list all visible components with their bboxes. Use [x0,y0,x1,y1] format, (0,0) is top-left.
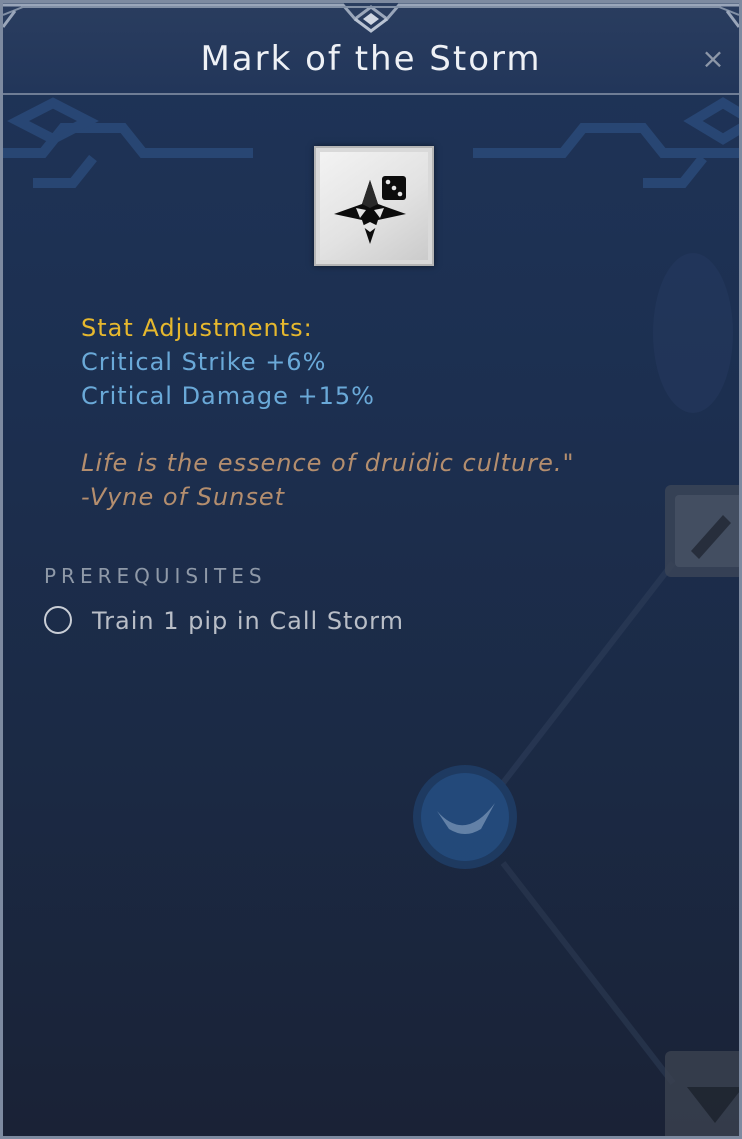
stat-line-critical-damage: Critical Damage +15% [81,382,375,410]
prerequisite-text: Train 1 pip in Call Storm [92,607,404,635]
flavor-quote: Life is the essence of druidic culture."… [81,446,721,514]
tooltip-header: Mark of the Storm × [3,3,739,95]
stat-line-critical-strike: Critical Strike +6% [81,348,327,376]
skill-star-dice-icon [334,176,406,244]
tooltip-title: Mark of the Storm [200,39,542,79]
skill-icon-tile [314,146,434,266]
skill-tooltip-panel: Mark of the Storm × Stat Adjustments: Cr… [0,0,742,1139]
prerequisites-heading: PREREQUISITES [44,564,267,588]
prerequisite-status-circle-icon [44,606,72,634]
quote-author: -Vyne of Sunset [81,483,286,511]
prerequisite-item: Train 1 pip in Call Storm [44,604,684,638]
stat-adjustments-heading: Stat Adjustments: [81,314,313,342]
stat-adjustments-block: Stat Adjustments: Critical Strike +6% Cr… [81,311,701,413]
header-frame-ornament [3,3,739,33]
close-button[interactable]: × [697,43,729,75]
close-icon: × [701,42,725,75]
quote-text: Life is the essence of druidic culture." [81,449,575,477]
